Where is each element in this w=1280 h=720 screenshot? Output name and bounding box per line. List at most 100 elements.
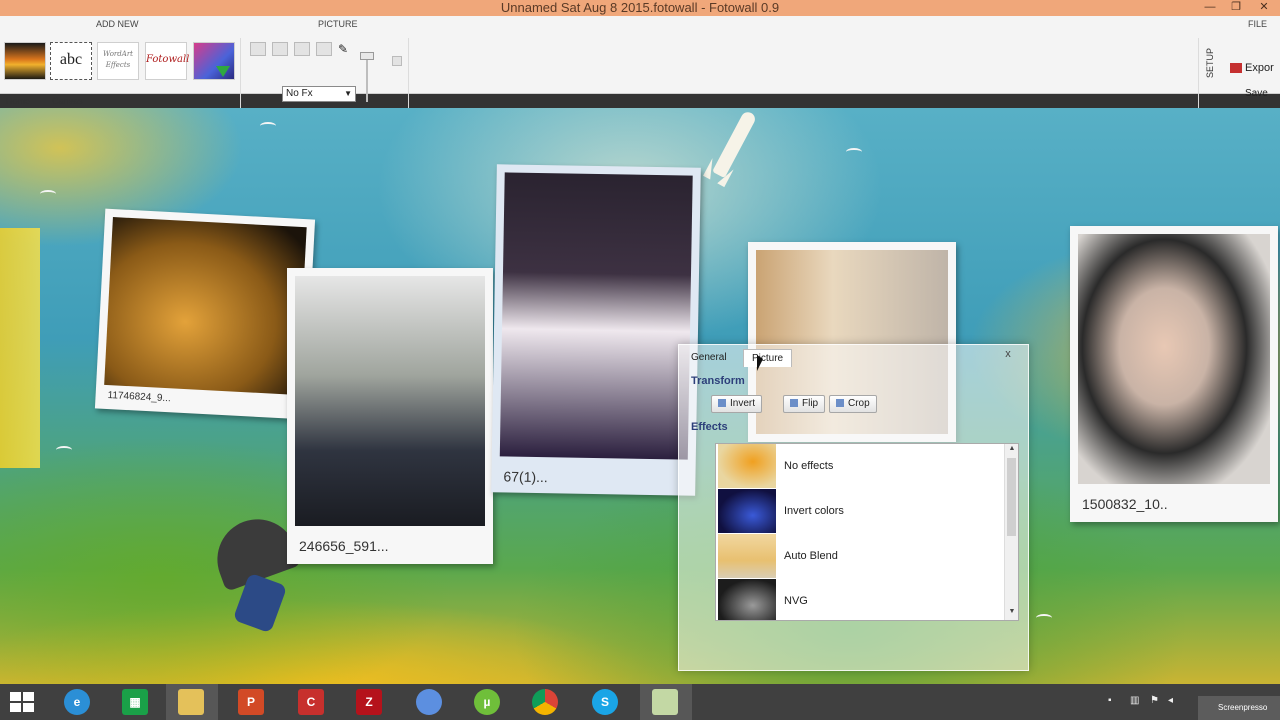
- effect-label: NVG: [784, 595, 808, 607]
- photo-caption: 1500832_10..: [1082, 496, 1168, 512]
- rocket-illustration: [699, 108, 762, 195]
- effect-item[interactable]: Auto Blend: [716, 534, 1006, 579]
- effect-label: Invert colors: [784, 505, 844, 517]
- effect-item[interactable]: NVG: [716, 579, 1006, 620]
- effects-scrollbar[interactable]: ▲ ▼: [1004, 444, 1018, 620]
- powerpoint-icon: P: [238, 689, 264, 715]
- photo-image: [295, 276, 485, 526]
- globe-icon: [416, 689, 442, 715]
- photo-frame[interactable]: 246656_591...: [287, 268, 493, 564]
- rotate-left-icon[interactable]: [250, 42, 266, 56]
- tab-general[interactable]: General: [683, 349, 735, 367]
- taskbar-utorrent[interactable]: µ: [462, 684, 514, 720]
- rotate-right-icon[interactable]: [272, 42, 288, 56]
- close-icon[interactable]: x: [1000, 347, 1016, 361]
- scrollbar-thumb[interactable]: [1007, 458, 1016, 536]
- photo-caption: 67(1)...: [503, 468, 548, 486]
- effect-thumbnail: [718, 489, 776, 533]
- tray-flag-icon[interactable]: ⚑: [1150, 695, 1159, 706]
- chevron-down-icon: ▼: [344, 89, 352, 98]
- fx-select[interactable]: No Fx ▼: [282, 86, 356, 102]
- taskbar-skype[interactable]: S: [580, 684, 632, 720]
- mirror-icon[interactable]: [294, 42, 310, 56]
- ribbon: ADD NEW abc WordArt Effects Fotowall PIC…: [0, 16, 1280, 108]
- taskbar-file-explorer[interactable]: [166, 684, 218, 720]
- internet-explorer-icon: e: [64, 689, 90, 715]
- effect-item[interactable]: Invert colors: [716, 489, 1006, 534]
- tab-home[interactable]: Home: [6, 96, 30, 106]
- tray-volume-icon[interactable]: ◂: [1168, 695, 1173, 706]
- add-picture-button[interactable]: [4, 42, 46, 80]
- taskbar-store[interactable]: ▦: [110, 684, 162, 720]
- screenpresso-watermark: Screenpresso: [1198, 696, 1280, 720]
- windows-logo-icon: [10, 692, 36, 714]
- close-button[interactable]: ✕: [1252, 0, 1276, 16]
- transform-heading: Transform: [691, 375, 745, 387]
- bird-illustration: [260, 122, 276, 130]
- start-button[interactable]: [0, 684, 52, 720]
- fotowall-icon: [652, 689, 678, 715]
- tray-network-icon[interactable]: ▥: [1130, 695, 1139, 706]
- photo-caption: 11746824_9...: [107, 390, 172, 405]
- frame-icon[interactable]: [316, 42, 332, 56]
- window-title: Unnamed Sat Aug 8 2015.fotowall - Fotowa…: [500, 0, 780, 15]
- flip-button[interactable]: Flip: [783, 395, 826, 413]
- taskbar-internet-explorer[interactable]: e: [52, 684, 104, 720]
- bird-illustration: [1036, 614, 1052, 622]
- effect-thumbnail: [718, 579, 776, 620]
- taskbar-filezilla[interactable]: Z: [344, 684, 396, 720]
- cf-icon: C: [298, 689, 324, 715]
- photo-image: [1078, 234, 1270, 484]
- taskbar-chrome[interactable]: [520, 684, 572, 720]
- bird-illustration: [56, 446, 72, 454]
- fx-select-value: No Fx: [286, 88, 313, 99]
- folder-icon: [178, 689, 204, 715]
- opacity-slider-handle[interactable]: [360, 52, 374, 60]
- crop-button[interactable]: Crop: [829, 395, 877, 413]
- invert-button[interactable]: Invert: [711, 395, 763, 413]
- tray-windows-icon[interactable]: ▪: [1108, 695, 1112, 706]
- photo-frame[interactable]: 67(1)...: [491, 164, 701, 496]
- add-fotowall-button[interactable]: Fotowall: [145, 42, 189, 80]
- import-pictures-button[interactable]: [193, 42, 235, 80]
- taskbar-corelflash[interactable]: C: [286, 684, 338, 720]
- scroll-up-icon[interactable]: ▲: [1005, 445, 1018, 452]
- crop-label: Crop: [848, 398, 870, 409]
- lock-icon[interactable]: [392, 56, 402, 66]
- bird-illustration: [846, 148, 862, 156]
- scroll-down-icon[interactable]: ▼: [1005, 608, 1018, 615]
- flip-label: Flip: [802, 398, 819, 409]
- export-button[interactable]: Expor: [1230, 59, 1280, 77]
- effect-item[interactable]: No effects: [716, 444, 1006, 489]
- brush-icon[interactable]: ✎: [338, 42, 354, 56]
- canvas[interactable]: 11746824_9... 246656_591... 67(1)... 150…: [0, 108, 1280, 684]
- add-text-button[interactable]: abc: [50, 42, 92, 80]
- taskbar-powerpoint[interactable]: P: [226, 684, 278, 720]
- effect-label: No effects: [784, 460, 834, 472]
- taskbar: e ▦ P C Z µ S ▪ ▥ ⚑ ◂: [0, 684, 1280, 720]
- save-button[interactable]: Save: [1245, 88, 1268, 99]
- tab-picture[interactable]: Picture: [743, 349, 793, 367]
- crop-icon: [836, 399, 844, 408]
- taskbar-browser[interactable]: [404, 684, 456, 720]
- photo-frame[interactable]: 1500832_10..: [1070, 226, 1278, 522]
- ribbon-separator: [408, 38, 409, 108]
- chrome-icon: [532, 689, 558, 715]
- setup-label[interactable]: SETUP: [1205, 48, 1215, 78]
- photo-image: [499, 172, 693, 460]
- photo-frame[interactable]: 11746824_9...: [94, 208, 316, 420]
- invert-icon: [718, 399, 726, 408]
- effect-thumbnail: [718, 534, 776, 578]
- add-wordart-button[interactable]: WordArt Effects: [97, 42, 139, 80]
- picture-properties-dialog: General Picture x Transform Invert Flip …: [678, 344, 1029, 671]
- invert-label: Invert: [730, 398, 756, 409]
- effects-list[interactable]: No effects Invert colors Auto Blend NVG …: [715, 443, 1019, 621]
- bird-illustration: [40, 190, 56, 198]
- taskbar-fotowall[interactable]: [640, 684, 692, 720]
- mouse-cursor-icon: [757, 355, 763, 371]
- maximize-button[interactable]: ❐: [1224, 0, 1248, 16]
- tab-canvas[interactable]: Canvas: [52, 96, 83, 106]
- export-icon: [1230, 63, 1242, 74]
- effect-label: Auto Blend: [784, 550, 838, 562]
- minimize-button[interactable]: —: [1198, 0, 1222, 16]
